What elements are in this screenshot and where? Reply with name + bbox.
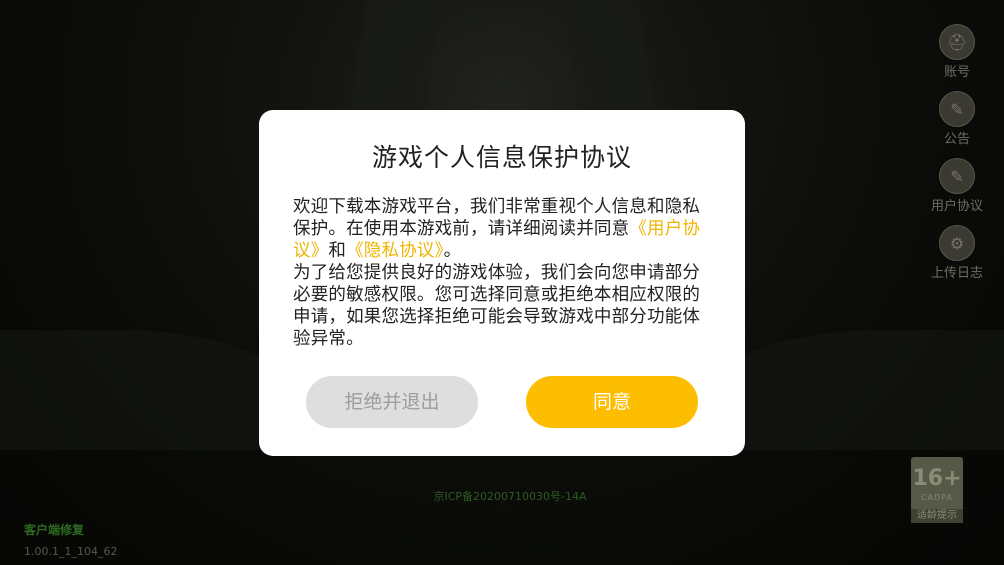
customer-service-link[interactable]: 客户端修复 <box>24 521 84 538</box>
age-rating-label: 适龄提示 <box>911 509 963 523</box>
version-text: 1.00.1_1_104_62 <box>24 545 118 558</box>
upload-log-icon: ⚙ <box>939 225 975 261</box>
helmet-icon: ⛑ <box>939 24 975 60</box>
dialog-paragraph-1: 欢迎下载本游戏平台，我们非常重视个人信息和隐私保护。在使用本游戏前，请详细阅读并… <box>293 197 701 261</box>
footer-legal: 京ICP备20200710030号-14A <box>120 488 900 505</box>
age-rating-sub: CADPA <box>920 493 953 502</box>
reject-and-exit-button[interactable]: 拒绝并退出 <box>306 376 478 428</box>
side-item-label: 用户协议 <box>930 199 983 214</box>
privacy-agreement-link[interactable]: 《隐私协议》 <box>346 241 443 261</box>
side-item-upload-log[interactable]: ⚙ 上传日志 <box>922 225 992 281</box>
side-item-label: 账号 <box>943 65 970 80</box>
side-item-account[interactable]: ⛑ 账号 <box>922 24 992 80</box>
dialog-paragraph-2: 为了给您提供良好的游戏体验，我们会向您申请部分必要的敏感权限。您可选择同意或拒绝… <box>293 263 701 349</box>
notice-icon: ✎ <box>939 91 975 127</box>
agreement-icon: ✎ <box>939 158 975 194</box>
age-rating-badge[interactable]: 16+ CADPA 适龄提示 <box>911 457 963 523</box>
age-rating-number: 16+ <box>912 466 962 491</box>
side-item-label: 公告 <box>943 132 970 147</box>
footer-icp: 京ICP备20200710030号-14A <box>433 490 587 503</box>
dialog-title: 游戏个人信息保护协议 <box>371 143 632 172</box>
privacy-dialog: 游戏个人信息保护协议 欢迎下载本游戏平台，我们非常重视个人信息和隐私保护。在使用… <box>259 110 745 456</box>
side-item-user-agreement[interactable]: ✎ 用户协议 <box>922 158 992 214</box>
side-item-notice[interactable]: ✎ 公告 <box>922 91 992 147</box>
dialog-body: 欢迎下载本游戏平台，我们非常重视个人信息和隐私保护。在使用本游戏前，请详细阅读并… <box>293 196 713 350</box>
agree-button[interactable]: 同意 <box>526 376 698 428</box>
side-item-label: 上传日志 <box>930 266 983 281</box>
